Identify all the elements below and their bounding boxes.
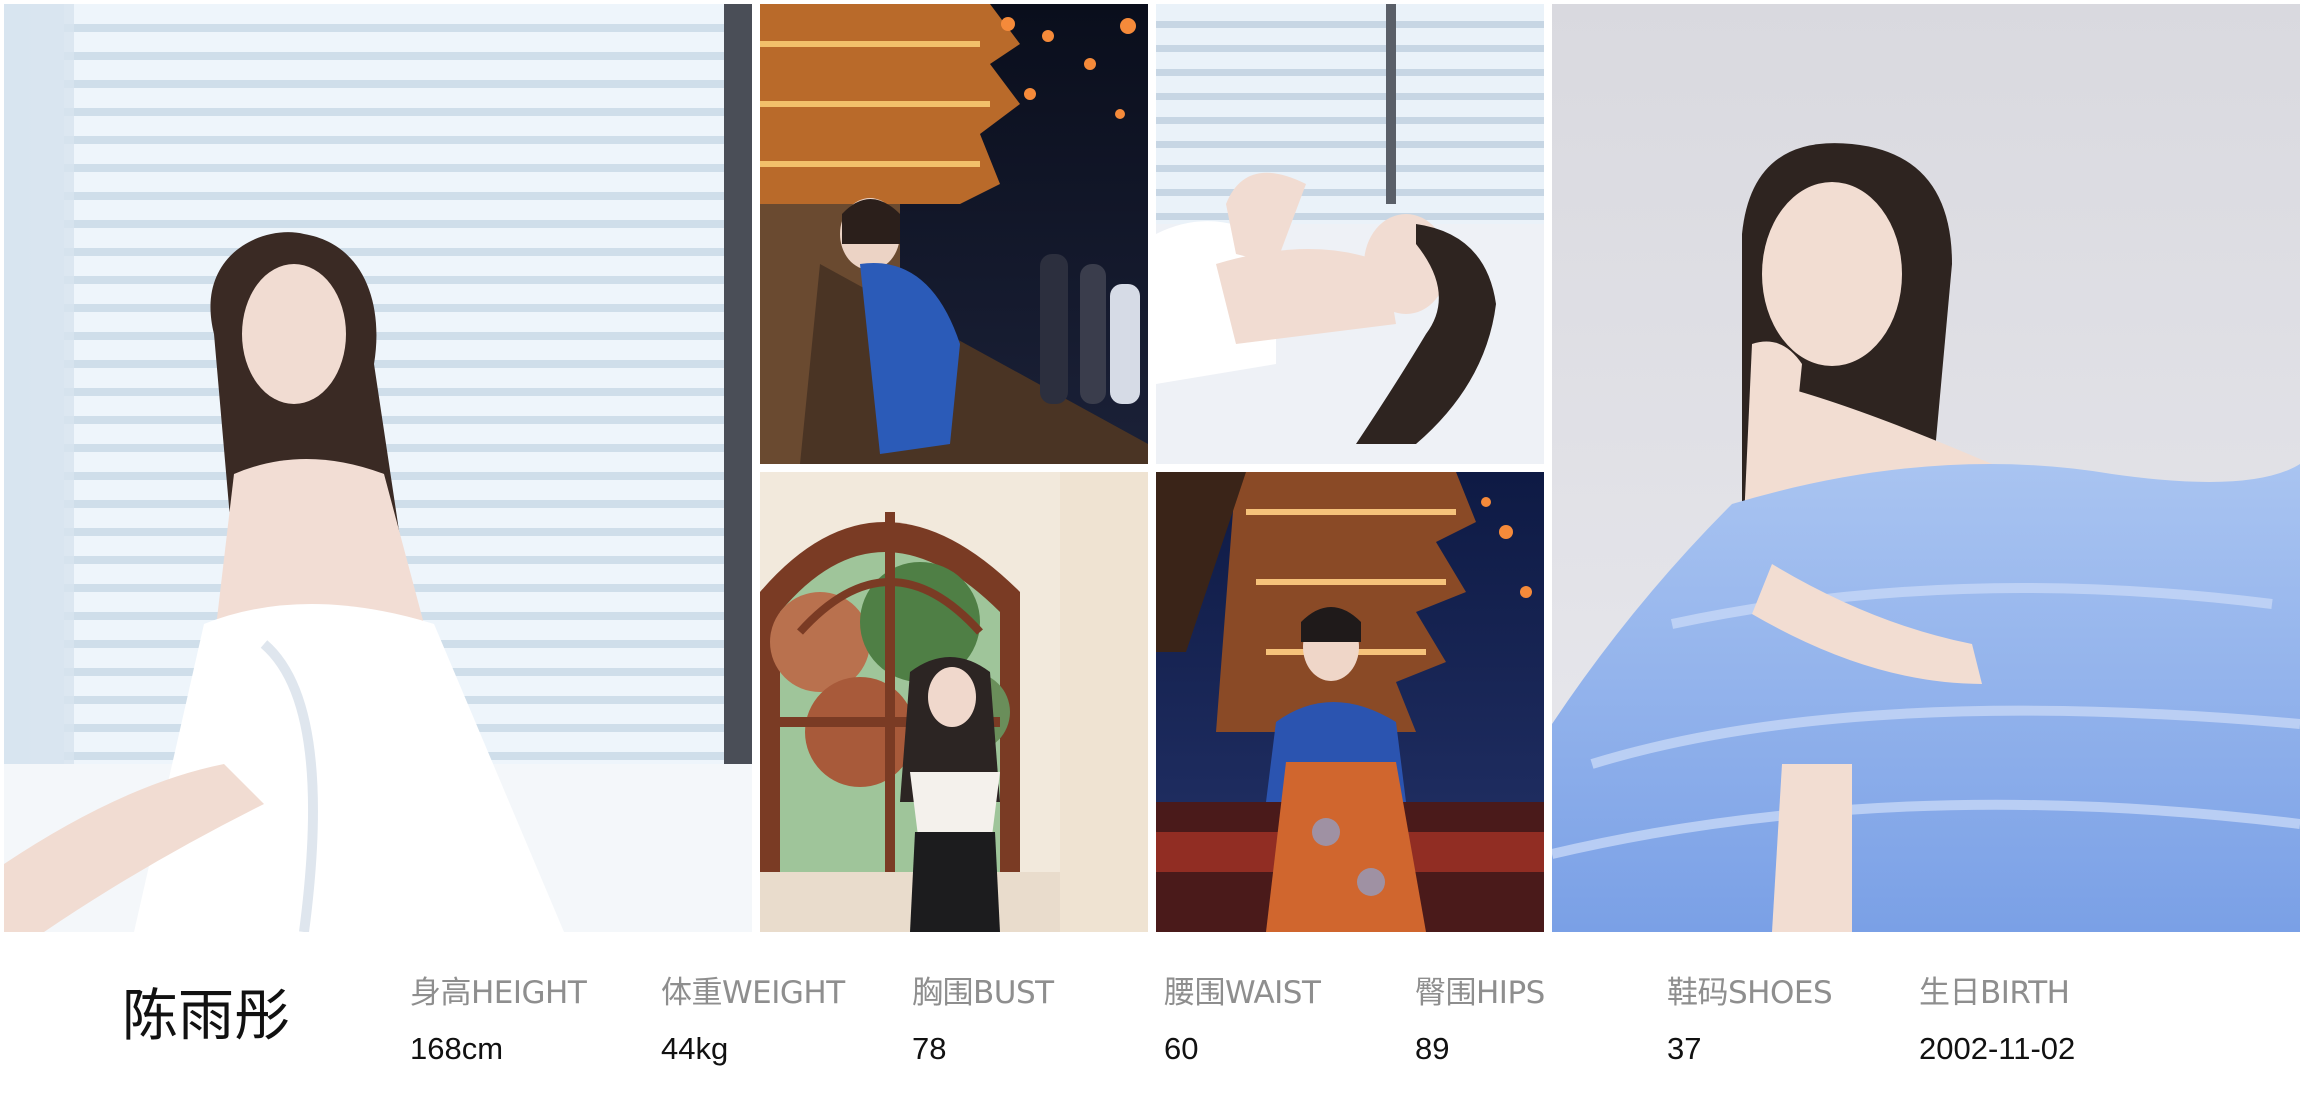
photo-white-sheet-portrait[interactable] (4, 4, 752, 932)
stat-shoes: 鞋码SHOES 37 (1667, 974, 1833, 1068)
stat-waist-label: 腰围WAIST (1164, 975, 1321, 1011)
stat-waist-value: 60 (1164, 1031, 1199, 1066)
stat-bust-label: 胸围BUST (912, 975, 1054, 1011)
stat-hips-value: 89 (1415, 1031, 1450, 1066)
stat-hips-label: 臀围HIPS (1415, 975, 1545, 1011)
stat-birth: 生日BIRTH 2002-11-02 (1919, 974, 2075, 1068)
stat-height-label: 身高HEIGHT (410, 975, 587, 1011)
stat-height: 身高HEIGHT 168cm (410, 974, 587, 1068)
stat-bust: 胸围BUST 78 (912, 974, 1054, 1068)
photo-arched-window[interactable] (760, 472, 1148, 932)
stat-height-value: 168cm (410, 1031, 504, 1066)
stat-waist: 腰围WAIST 60 (1164, 974, 1321, 1068)
stat-bust-value: 78 (912, 1031, 947, 1066)
stat-weight-label: 体重WEIGHT (661, 975, 845, 1011)
model-name: 陈雨彤 (122, 984, 290, 1049)
stat-birth-value: 2002-11-02 (1919, 1031, 2076, 1066)
stat-weight: 体重WEIGHT 44kg (661, 974, 845, 1068)
stat-weight-value: 44kg (661, 1031, 729, 1066)
photo-reclining-white-sheet[interactable] (1156, 4, 1544, 464)
photo-blue-tulle-dress[interactable] (1552, 4, 2300, 932)
stat-hips: 臀围HIPS 89 (1415, 974, 1545, 1068)
photo-night-pagoda-blue-hanfu[interactable] (760, 4, 1148, 464)
stat-birth-label: 生日BIRTH (1919, 975, 2070, 1011)
photo-night-pagoda-orange-hanfu[interactable] (1156, 472, 1544, 932)
stat-shoes-value: 37 (1667, 1031, 1702, 1066)
stat-shoes-label: 鞋码SHOES (1667, 975, 1833, 1011)
